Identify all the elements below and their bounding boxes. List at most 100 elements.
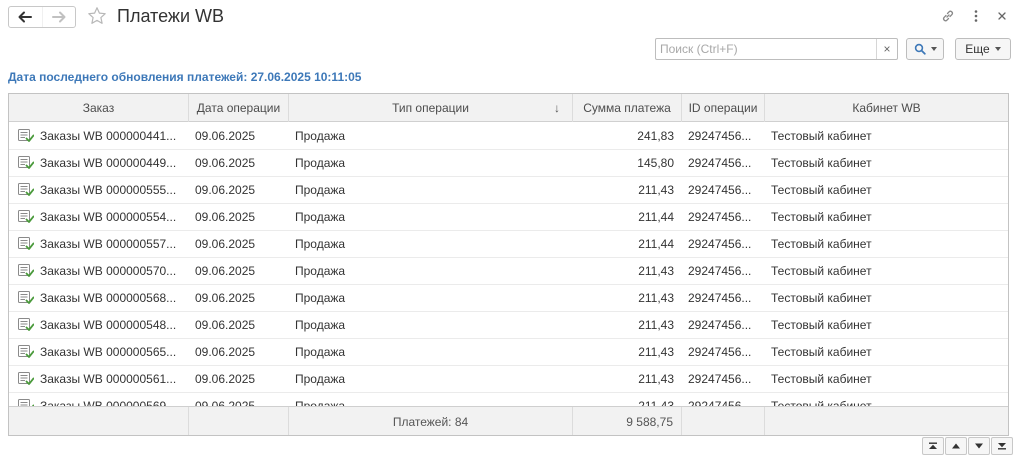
back-button[interactable] <box>9 7 42 27</box>
type-cell: Продажа <box>295 264 346 278</box>
footer-cell-operation-id <box>682 407 765 435</box>
operation-id-cell: 29247456... <box>688 264 752 278</box>
table-row[interactable]: Заказы WB 000000548... 09.06.2025 Продажа 2… <box>9 312 1008 339</box>
cabinet-cell: Тестовый кабинет <box>771 291 872 305</box>
link-button[interactable] <box>940 8 956 24</box>
more-button[interactable]: Еще <box>955 38 1011 60</box>
date-cell: 09.06.2025 <box>195 291 256 305</box>
cabinet-cell: Тестовый кабинет <box>771 318 872 332</box>
table-row[interactable]: Заказы WB 000000568... 09.06.2025 Продажа 2… <box>9 285 1008 312</box>
amount-cell: 211,43 <box>638 183 674 197</box>
operation-id-cell: 29247456... <box>688 237 752 251</box>
date-cell: 09.06.2025 <box>195 183 256 197</box>
type-cell: Продажа <box>295 345 346 359</box>
scroll-up-button[interactable] <box>945 437 967 455</box>
column-header-order[interactable]: Заказ <box>9 94 189 122</box>
type-cell: Продажа <box>295 129 346 143</box>
search-input[interactable] <box>656 39 876 59</box>
search-options-button[interactable] <box>906 38 944 60</box>
amount-cell: 211,43 <box>638 345 674 359</box>
scroll-bottom-button[interactable] <box>991 437 1013 455</box>
table-row[interactable]: Заказы WB 000000565... 09.06.2025 Продажа 2… <box>9 339 1008 366</box>
arrow-left-icon <box>18 11 33 23</box>
table-row[interactable]: Заказы WB 000000555... 09.06.2025 Продажа 2… <box>9 177 1008 204</box>
scroll-down-button[interactable] <box>968 437 990 455</box>
operation-id-cell: 29247456... <box>688 399 752 406</box>
search-field: × <box>655 38 898 60</box>
column-header-type-label: Тип операции <box>392 101 469 115</box>
type-cell: Продажа <box>295 399 346 406</box>
table-row[interactable]: Заказы WB 000000557... 09.06.2025 Продажа 2… <box>9 231 1008 258</box>
search-clear-button[interactable]: × <box>876 39 897 59</box>
date-cell: 09.06.2025 <box>195 345 256 359</box>
link-icon <box>942 10 954 22</box>
type-cell: Продажа <box>295 372 346 386</box>
order-cell: Заказы WB 000000565... <box>40 345 177 359</box>
cabinet-cell: Тестовый кабинет <box>771 372 872 386</box>
cabinet-cell: Тестовый кабинет <box>771 183 872 197</box>
last-update-info: Дата последнего обновления платежей: 27.… <box>8 70 362 84</box>
operation-id-cell: 29247456... <box>688 372 752 386</box>
order-cell: Заказы WB 000000568... <box>40 291 177 305</box>
table-row[interactable]: Заказы WB 000000441... 09.06.2025 Продажа 2… <box>9 123 1008 150</box>
favorite-button[interactable] <box>86 5 108 27</box>
table-footer: Платежей: 84 9 588,75 <box>9 406 1008 435</box>
footer-payments-count: Платежей: 84 <box>289 407 573 435</box>
type-cell: Продажа <box>295 291 346 305</box>
table-row[interactable]: Заказы WB 000000449... 09.06.2025 Продажа 1… <box>9 150 1008 177</box>
order-cell: Заказы WB 000000554... <box>40 210 177 224</box>
order-cell: Заказы WB 000000570... <box>40 264 177 278</box>
scroll-up-icon <box>952 443 960 449</box>
payments-table: Заказ Дата операции Тип операции ↓ Сумма… <box>8 93 1009 436</box>
amount-cell: 211,44 <box>638 237 674 251</box>
type-cell: Продажа <box>295 237 346 251</box>
type-cell: Продажа <box>295 210 346 224</box>
table-body: Заказы WB 000000441... 09.06.2025 Продажа 2… <box>9 123 1008 406</box>
type-cell: Продажа <box>295 156 346 170</box>
column-header-type[interactable]: Тип операции ↓ <box>289 94 573 122</box>
amount-cell: 211,44 <box>638 210 674 224</box>
forward-button[interactable] <box>41 7 76 27</box>
date-cell: 09.06.2025 <box>195 264 256 278</box>
column-header-amount[interactable]: Сумма платежа <box>573 94 682 122</box>
operation-id-cell: 29247456... <box>688 318 752 332</box>
operation-id-cell: 29247456... <box>688 210 752 224</box>
search-icon <box>914 43 926 55</box>
cabinet-cell: Тестовый кабинет <box>771 399 872 406</box>
amount-cell: 211,43 <box>638 372 674 386</box>
table-row[interactable]: Заказы WB 000000554... 09.06.2025 Продажа 2… <box>9 204 1008 231</box>
column-header-date[interactable]: Дата операции <box>189 94 289 122</box>
date-cell: 09.06.2025 <box>195 318 256 332</box>
operation-id-cell: 29247456... <box>688 345 752 359</box>
sort-down-icon: ↓ <box>554 101 560 115</box>
amount-cell: 211,43 <box>638 264 674 278</box>
table-header: Заказ Дата операции Тип операции ↓ Сумма… <box>9 94 1008 122</box>
table-row[interactable]: Заказы WB 000000561... 09.06.2025 Продажа 2… <box>9 366 1008 393</box>
cabinet-cell: Тестовый кабинет <box>771 129 872 143</box>
date-cell: 09.06.2025 <box>195 210 256 224</box>
cabinet-cell: Тестовый кабинет <box>771 156 872 170</box>
more-actions-button[interactable] <box>968 8 984 24</box>
column-header-cabinet[interactable]: Кабинет WB <box>765 94 1008 122</box>
navigation-buttons <box>8 6 76 28</box>
scroll-top-icon <box>929 442 937 449</box>
column-header-operation-id[interactable]: ID операции <box>682 94 765 122</box>
close-button[interactable] <box>994 8 1010 24</box>
table-row[interactable]: Заказы WB 000000570... 09.06.2025 Продажа 2… <box>9 258 1008 285</box>
date-cell: 09.06.2025 <box>195 156 256 170</box>
star-icon <box>88 7 106 24</box>
operation-id-cell: 29247456... <box>688 291 752 305</box>
more-vertical-icon <box>974 10 978 22</box>
order-cell: Заказы WB 000000557... <box>40 237 177 251</box>
page-title: Платежи WB <box>117 6 224 26</box>
order-cell: Заказы WB 000000441... <box>40 129 177 143</box>
cabinet-cell: Тестовый кабинет <box>771 237 872 251</box>
operation-id-cell: 29247456... <box>688 129 752 143</box>
table-row[interactable]: Заказы WB 000000569... 09.06.2025 Продажа 2… <box>9 393 1008 406</box>
date-cell: 09.06.2025 <box>195 372 256 386</box>
arrow-right-icon <box>51 11 66 23</box>
cabinet-cell: Тестовый кабинет <box>771 210 872 224</box>
amount-cell: 211,43 <box>638 399 674 406</box>
scroll-top-button[interactable] <box>922 437 944 455</box>
amount-cell: 241,83 <box>637 129 674 143</box>
